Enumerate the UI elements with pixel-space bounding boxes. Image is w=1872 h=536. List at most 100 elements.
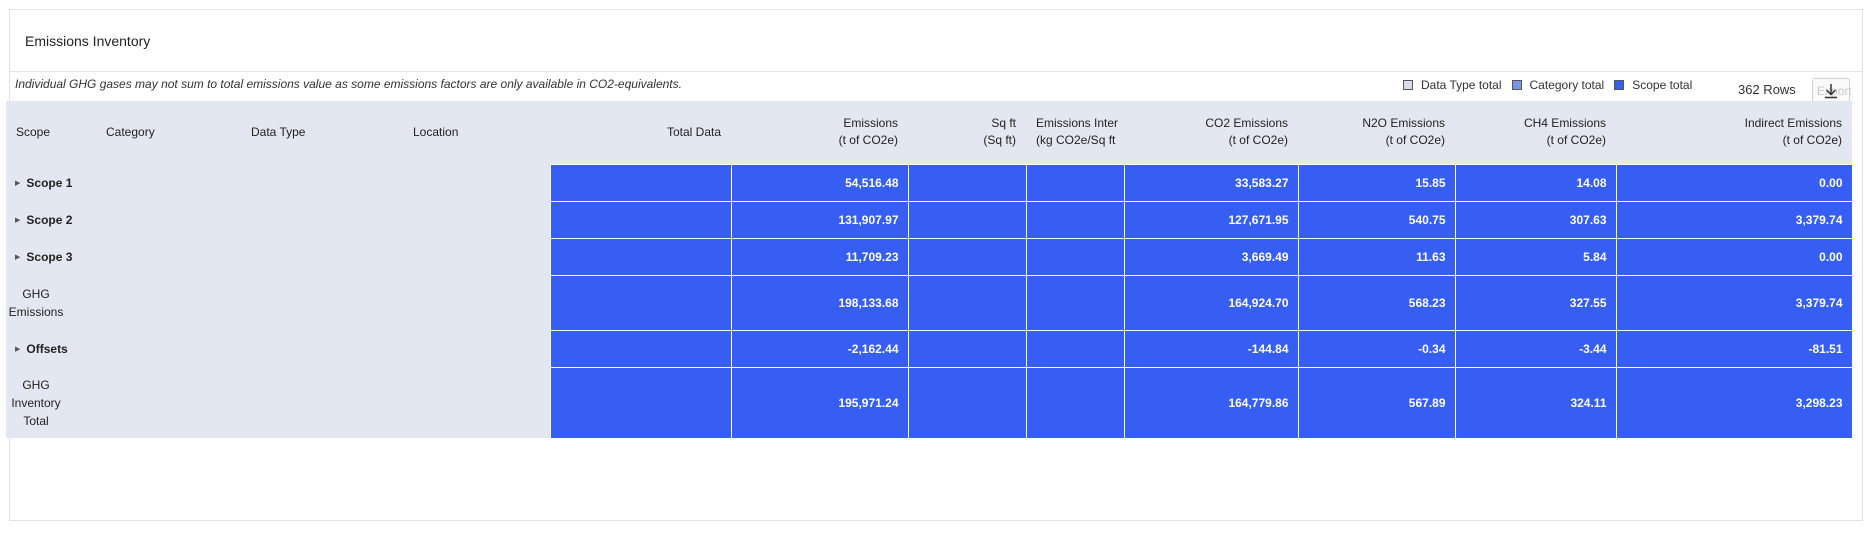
row-label: Scope 2	[26, 212, 73, 227]
rows-count: 362 Rows	[1738, 82, 1796, 97]
column-header-intensity[interactable]: Emissions Inter (kg CO2e/Sq ft	[1026, 101, 1124, 164]
sqft-cell	[907, 237, 1027, 276]
co2-cell: 164,779.86	[1123, 366, 1299, 439]
location-cell	[403, 275, 550, 330]
category-cell	[96, 201, 241, 238]
location-cell	[403, 164, 550, 201]
row-expander[interactable]: ▶ Offsets	[6, 342, 96, 356]
column-header-sqft[interactable]: Sq ft (Sq ft)	[908, 101, 1026, 164]
legend-item-category-total: Category total	[1511, 78, 1605, 92]
sqft-cell	[907, 163, 1027, 202]
n2o-cell: -0.34	[1297, 329, 1456, 368]
column-header-scope[interactable]: Scope	[6, 101, 96, 164]
indirect-cell: -81.51	[1615, 329, 1853, 368]
intensity-cell	[1025, 163, 1125, 202]
column-header-unit: (kg CO2e/Sq ft	[1036, 133, 1116, 148]
intensity-cell	[1025, 366, 1125, 439]
row-label-cell[interactable]: ▶ Scope 1	[6, 164, 96, 201]
column-header-co2[interactable]: CO2 Emissions (t of CO2e)	[1124, 101, 1298, 164]
legend-item-scope-total: Scope total	[1614, 78, 1692, 92]
row-expander[interactable]: ▶ Scope 1	[6, 176, 96, 190]
column-header-ch4[interactable]: CH4 Emissions (t of CO2e)	[1455, 101, 1616, 164]
caret-right-icon: ▶	[15, 253, 21, 261]
category-cell	[96, 367, 241, 438]
column-header-data-type[interactable]: Data Type	[241, 101, 403, 164]
caret-right-icon: ▶	[15, 179, 21, 187]
data-type-cell	[241, 164, 403, 201]
table-row-scope-3: ▶ Scope 3 11,709.23 3,669.49 11.63 5.84 …	[6, 237, 1853, 276]
column-header-location[interactable]: Location	[403, 101, 550, 164]
column-header-n2o[interactable]: N2O Emissions (t of CO2e)	[1298, 101, 1455, 164]
emissions-cell: 195,971.24	[730, 366, 909, 439]
data-type-cell	[241, 275, 403, 330]
panel-title: Emissions Inventory	[25, 32, 151, 49]
row-expander[interactable]: ▶ Scope 2	[6, 213, 96, 227]
category-cell	[96, 275, 241, 330]
column-header-title: Indirect Emissions	[1744, 116, 1842, 131]
category-cell	[96, 330, 241, 367]
column-header-unit: (t of CO2e)	[1228, 133, 1288, 148]
panel-header: Emissions Inventory	[10, 10, 1862, 72]
table-row-ghg-emissions: GHG Emissions 198,133.68 164,924.70 568.…	[6, 274, 1853, 331]
row-expander[interactable]: ▶ Scope 3	[6, 250, 96, 264]
intensity-cell	[1025, 237, 1125, 276]
co2-cell: 164,924.70	[1123, 274, 1299, 331]
column-header-unit: (t of CO2e)	[1385, 133, 1445, 148]
row-label: GHG Emissions	[8, 286, 64, 319]
total-data-cell	[549, 329, 732, 368]
legend-swatch-data-type	[1403, 80, 1413, 90]
table-row-scope-2: ▶ Scope 2 131,907.97 127,671.95 540.75 3…	[6, 200, 1853, 239]
table-row-scope-1: ▶ Scope 1 54,516.48 33,583.27 15.85 14.0…	[6, 163, 1853, 202]
legend-label: Scope total	[1632, 78, 1693, 92]
ch4-cell: 307.63	[1454, 200, 1617, 239]
total-data-cell	[549, 200, 732, 239]
ch4-cell: 5.84	[1454, 237, 1617, 276]
intensity-cell	[1025, 274, 1125, 331]
co2-cell: -144.84	[1123, 329, 1299, 368]
column-header-indirect[interactable]: Indirect Emissions (t of CO2e)	[1616, 101, 1852, 164]
emissions-cell: 131,907.97	[730, 200, 909, 239]
emissions-cell: 198,133.68	[730, 274, 909, 331]
sqft-cell	[907, 366, 1027, 439]
legend-swatch-category	[1511, 80, 1522, 90]
row-label: Offsets	[26, 341, 68, 356]
category-cell	[96, 164, 241, 201]
column-header-category[interactable]: Category	[96, 101, 241, 164]
ch4-cell: -3.44	[1454, 329, 1617, 368]
total-data-cell	[549, 366, 732, 439]
row-label-cell[interactable]: ▶ Scope 2	[6, 201, 96, 238]
data-type-cell	[241, 330, 403, 367]
download-icon	[1825, 84, 1837, 99]
co2-cell: 3,669.49	[1123, 237, 1299, 276]
column-header-title: Sq ft	[991, 116, 1016, 131]
total-data-cell	[549, 163, 732, 202]
indirect-cell: 3,379.74	[1615, 200, 1853, 239]
ch4-cell: 14.08	[1454, 163, 1617, 202]
location-cell	[403, 201, 550, 238]
total-data-cell	[549, 237, 732, 276]
column-header-unit: (Sq ft)	[983, 133, 1016, 148]
row-label-cell: GHG Inventory Total	[6, 367, 96, 438]
intensity-cell	[1025, 200, 1125, 239]
indirect-cell: 0.00	[1615, 237, 1853, 276]
co2-cell: 127,671.95	[1123, 200, 1299, 239]
table-row-offsets: ▶ Offsets -2,162.44 -144.84 -0.34 -3.44 …	[6, 329, 1853, 368]
ch4-cell: 324.11	[1454, 366, 1617, 439]
legend-label: Category total	[1529, 78, 1605, 92]
row-label-cell[interactable]: ▶ Scope 3	[6, 238, 96, 275]
emissions-table: Scope Category Data Type Location Total …	[6, 101, 1853, 439]
column-header-total-data[interactable]: Total Data	[550, 101, 731, 164]
column-header-emissions[interactable]: Emissions (t of CO2e)	[731, 101, 908, 164]
row-label-cell[interactable]: ▶ Offsets	[6, 330, 96, 367]
co2-cell: 33,583.27	[1123, 163, 1299, 202]
row-label: GHG Inventory Total	[11, 377, 61, 428]
indirect-cell: 0.00	[1615, 163, 1853, 202]
data-type-cell	[241, 201, 403, 238]
column-header-unit: (t of CO2e)	[1546, 133, 1606, 148]
legend-swatch-scope	[1614, 80, 1625, 90]
legend-label: Data Type total	[1421, 78, 1502, 92]
ch4-cell: 327.55	[1454, 274, 1617, 331]
data-type-cell	[241, 238, 403, 275]
location-cell	[403, 367, 550, 438]
n2o-cell: 540.75	[1297, 200, 1456, 239]
